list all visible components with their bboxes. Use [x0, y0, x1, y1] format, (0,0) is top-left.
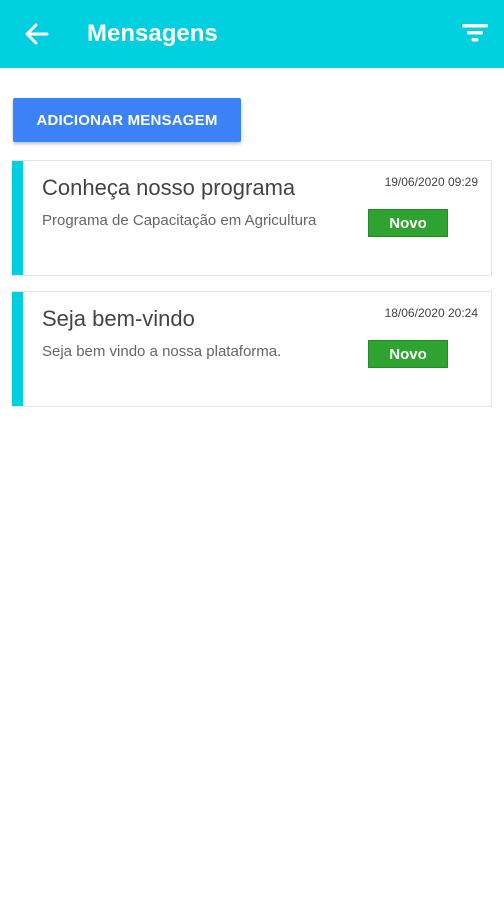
- message-datetime: 19/06/2020 09:29: [384, 175, 478, 189]
- app-bar: Mensagens: [0, 0, 504, 68]
- page-title: Mensagens: [87, 20, 218, 47]
- message-title: Seja bem-vindo: [42, 306, 195, 331]
- arrow-left-icon: [25, 23, 49, 45]
- message-preview: Seja bem vindo a nossa plataforma.: [42, 343, 282, 360]
- message-card[interactable]: Conheça nosso programa Programa de Capac…: [12, 160, 492, 276]
- card-accent-bar: [12, 161, 23, 275]
- message-datetime: 18/06/2020 20:24: [384, 306, 478, 320]
- message-card[interactable]: Seja bem-vindo Seja bem vindo a nossa pl…: [12, 291, 492, 407]
- message-title: Conheça nosso programa: [42, 175, 296, 200]
- new-badge: Novo: [368, 340, 448, 368]
- add-message-button[interactable]: ADICIONAR MENSAGEM: [13, 98, 241, 142]
- message-preview: Programa de Capacitação em Agricultura: [42, 212, 317, 229]
- back-button[interactable]: [24, 22, 50, 46]
- message-list: Conheça nosso programa Programa de Capac…: [12, 160, 492, 422]
- new-badge: Novo: [368, 209, 448, 237]
- filter-icon: [462, 24, 488, 42]
- card-accent-bar: [12, 292, 23, 406]
- filter-button[interactable]: [462, 22, 488, 46]
